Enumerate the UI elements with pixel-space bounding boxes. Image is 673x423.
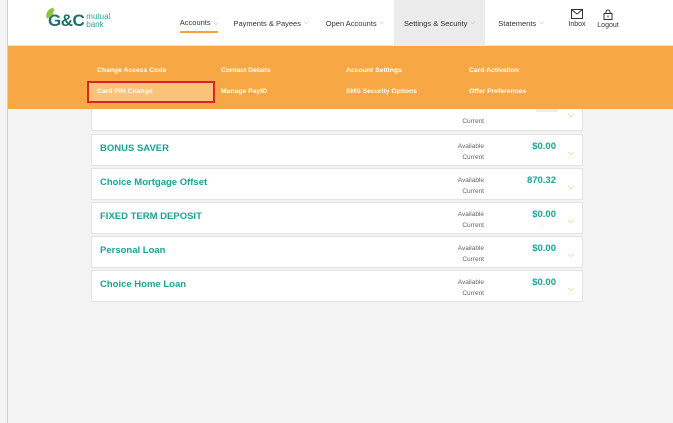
current-label: Current — [462, 290, 484, 297]
amount-stub — [536, 109, 558, 112]
logo-wordmark: mutual bank — [86, 13, 110, 29]
mail-icon — [571, 9, 583, 19]
menu-manage-payid[interactable]: Manage PayID — [221, 86, 267, 98]
chevron-down-icon[interactable]: ⌵ — [568, 110, 574, 120]
chevron-down-icon: ⌵ — [213, 21, 219, 27]
account-balance: $0.00 — [532, 141, 556, 152]
inbox-label: Inbox — [568, 21, 586, 28]
menu-offer-preferences[interactable]: Offer Preferences — [469, 86, 526, 98]
current-label: Current — [462, 256, 484, 263]
current-label: Current — [462, 222, 484, 229]
account-balance: $0.00 — [532, 277, 556, 288]
available-label: Available — [457, 211, 484, 218]
nav-payments-payees[interactable]: Payments & Payees ⌵ — [225, 0, 317, 46]
menu-account-settings[interactable]: Account Settings — [346, 65, 402, 77]
nav-open-accounts[interactable]: Open Accounts ⌵ — [317, 0, 393, 46]
account-name[interactable]: FIXED TERM DEPOSIT — [100, 211, 202, 222]
chevron-down-icon: ⌵ — [303, 19, 309, 26]
menu-contact-details[interactable]: Contact Details — [221, 65, 270, 77]
chevron-down-icon[interactable]: ⌵ — [568, 182, 574, 192]
current-balance-value: . — [541, 222, 543, 228]
account-name[interactable]: Choice Home Loan — [100, 279, 186, 290]
account-row[interactable]: Choice Home Loan Available Current $0.00… — [91, 270, 583, 302]
nav-statements[interactable]: Statements ⌵ — [486, 0, 556, 46]
settings-dropdown-menu: Change Access Code Contact Details Accou… — [8, 46, 673, 109]
current-label: Current — [462, 154, 484, 161]
available-label: Available — [457, 177, 484, 184]
available-label: Available — [457, 279, 484, 286]
bank-logo[interactable]: G&C mutual bank — [43, 7, 110, 30]
current-label: Current — [462, 118, 484, 125]
account-row[interactable]: Personal Loan Available Current $0.00 ⌵ — [91, 236, 583, 268]
app-frame: G&C mutual bank Accounts ⌵ Payments & Pay… — [7, 0, 673, 423]
logout-label: Logout — [597, 22, 619, 29]
chevron-down-icon[interactable]: ⌵ — [568, 216, 574, 226]
current-label: Current — [462, 188, 484, 195]
available-label: Available — [457, 245, 484, 252]
top-header: G&C mutual bank Accounts ⌵ Payments & Pay… — [8, 0, 673, 46]
nav-settings-label: Settings & Security — [404, 18, 468, 28]
logo-word-bank: bank — [86, 20, 104, 29]
nav-open-accounts-label: Open Accounts — [325, 18, 377, 28]
account-balance: 870.32 — [526, 175, 556, 186]
nav-accounts-label: Accounts ⌵ — [179, 13, 219, 33]
account-row[interactable]: Choice Mortgage Offset Available Current… — [91, 168, 583, 200]
chevron-down-icon[interactable]: ⌵ — [568, 284, 574, 294]
lock-icon — [603, 9, 613, 20]
menu-sms-security-options[interactable]: SMS Security Options — [346, 86, 417, 98]
account-name[interactable]: BONUS SAVER — [100, 143, 169, 154]
nav-statements-label: Statements — [498, 18, 537, 28]
inbox-button[interactable]: Inbox — [562, 9, 592, 41]
menu-change-access-code[interactable]: Change Access Code — [97, 65, 166, 77]
chevron-down-icon[interactable]: ⌵ — [568, 250, 574, 260]
account-row[interactable]: BONUS SAVER Available Current $0.00 ⌵ — [91, 134, 583, 166]
nav-settings-security[interactable]: Settings & Security ⌵ — [394, 0, 485, 46]
focus-highlight-box — [87, 81, 215, 103]
chevron-down-icon: ⌵ — [539, 19, 544, 26]
nav-payments-label: Payments & Payees — [233, 18, 301, 28]
chevron-down-icon: ⌵ — [470, 19, 475, 26]
available-label: Available — [457, 143, 484, 150]
account-row[interactable]: FIXED TERM DEPOSIT Available Current $0.… — [91, 202, 583, 234]
logout-button[interactable]: Logout — [593, 9, 623, 41]
menu-card-activation[interactable]: Card Activation — [469, 65, 519, 77]
chevron-down-icon[interactable]: ⌵ — [568, 148, 574, 158]
nav-accounts[interactable]: Accounts ⌵ — [166, 0, 232, 46]
logo-mark: G&C — [48, 11, 85, 30]
account-name[interactable]: Choice Mortgage Offset — [100, 177, 207, 188]
account-name[interactable]: Personal Loan — [100, 245, 165, 256]
chevron-down-icon: ⌵ — [379, 19, 385, 26]
account-balance: $0.00 — [532, 209, 556, 220]
account-row-partial[interactable]: Current ⌵ — [91, 109, 583, 131]
account-balance: $0.00 — [532, 243, 556, 254]
nav-accounts-text: Accounts — [179, 18, 211, 27]
